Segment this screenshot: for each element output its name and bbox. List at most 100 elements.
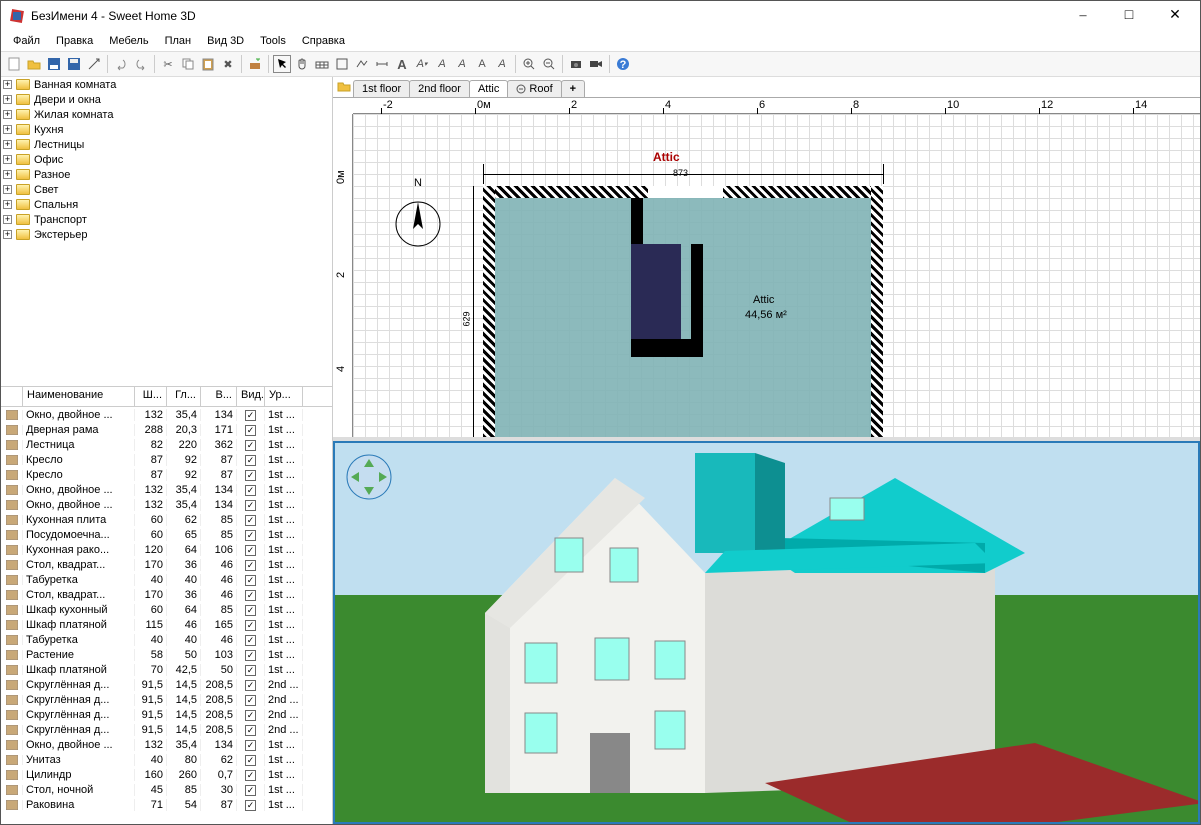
- table-row[interactable]: Кухонная рако...12064106✓1st ...: [1, 542, 332, 557]
- cut-icon[interactable]: ✂: [159, 55, 177, 73]
- menu-edit[interactable]: Правка: [48, 33, 101, 49]
- table-row[interactable]: Растение5850103✓1st ...: [1, 647, 332, 662]
- save-close-icon[interactable]: [65, 55, 83, 73]
- furniture-table[interactable]: Наименование Ш... Гл... В... Вид... Ур..…: [1, 387, 332, 824]
- expand-icon[interactable]: +: [3, 170, 12, 179]
- add-furniture-icon[interactable]: [246, 55, 264, 73]
- table-row[interactable]: Дверная рама28820,3171✓1st ...: [1, 422, 332, 437]
- visible-checkbox[interactable]: ✓: [245, 800, 256, 811]
- table-row[interactable]: Шкаф платяной7042,550✓1st ...: [1, 662, 332, 677]
- select-tool-icon[interactable]: [273, 55, 291, 73]
- catalog-item[interactable]: +Жилая комната: [1, 107, 332, 122]
- menu-file[interactable]: Файл: [5, 33, 48, 49]
- level-lock-icon[interactable]: [337, 79, 353, 95]
- paste-icon[interactable]: [199, 55, 217, 73]
- table-row[interactable]: Посудомоечна...606585✓1st ...: [1, 527, 332, 542]
- table-row[interactable]: Скруглённая д...91,514,5208,5✓2nd ...: [1, 722, 332, 737]
- visible-checkbox[interactable]: ✓: [245, 545, 256, 556]
- visible-checkbox[interactable]: ✓: [245, 455, 256, 466]
- room-tool-icon[interactable]: [333, 55, 351, 73]
- polyline-tool-icon[interactable]: [353, 55, 371, 73]
- visible-checkbox[interactable]: ✓: [245, 530, 256, 541]
- furniture-catalog[interactable]: +Ванная комната+Двери и окна+Жилая комна…: [1, 77, 332, 387]
- visible-checkbox[interactable]: ✓: [245, 770, 256, 781]
- col-level[interactable]: Ур...: [265, 387, 303, 406]
- table-row[interactable]: Стол, ночной458530✓1st ...: [1, 782, 332, 797]
- redo-icon[interactable]: [132, 55, 150, 73]
- menu-furniture[interactable]: Мебель: [101, 33, 156, 49]
- table-row[interactable]: Табуретка404046✓1st ...: [1, 572, 332, 587]
- visible-checkbox[interactable]: ✓: [245, 575, 256, 586]
- col-depth[interactable]: Гл...: [167, 387, 201, 406]
- col-visible[interactable]: Вид...: [237, 387, 265, 406]
- menu-help[interactable]: Справка: [294, 33, 353, 49]
- catalog-item[interactable]: +Офис: [1, 152, 332, 167]
- table-row[interactable]: Унитаз408062✓1st ...: [1, 752, 332, 767]
- zoom-in-icon[interactable]: [520, 55, 538, 73]
- expand-icon[interactable]: +: [3, 80, 12, 89]
- table-row[interactable]: Окно, двойное ...13235,4134✓1st ...: [1, 482, 332, 497]
- undo-icon[interactable]: [112, 55, 130, 73]
- table-row[interactable]: Кресло879287✓1st ...: [1, 467, 332, 482]
- table-row[interactable]: Шкаф кухонный606485✓1st ...: [1, 602, 332, 617]
- text-a4-icon[interactable]: A: [493, 55, 511, 73]
- visible-checkbox[interactable]: ✓: [245, 425, 256, 436]
- video-icon[interactable]: [587, 55, 605, 73]
- wall-tool-icon[interactable]: [313, 55, 331, 73]
- table-row[interactable]: Цилиндр1602600,7✓1st ...: [1, 767, 332, 782]
- tab-2nd-floor[interactable]: 2nd floor: [409, 80, 470, 97]
- catalog-item[interactable]: +Свет: [1, 182, 332, 197]
- visible-checkbox[interactable]: ✓: [245, 590, 256, 601]
- expand-icon[interactable]: +: [3, 155, 12, 164]
- visible-checkbox[interactable]: ✓: [245, 680, 256, 691]
- plan-view[interactable]: 1st floor 2nd floor Attic Roof + -20м246…: [333, 77, 1200, 441]
- menu-view3d[interactable]: Вид 3D: [199, 33, 252, 49]
- visible-checkbox[interactable]: ✓: [245, 515, 256, 526]
- visible-checkbox[interactable]: ✓: [245, 665, 256, 676]
- visible-checkbox[interactable]: ✓: [245, 650, 256, 661]
- menu-plan[interactable]: План: [157, 33, 200, 49]
- table-row[interactable]: Шкаф платяной11546165✓1st ...: [1, 617, 332, 632]
- table-row[interactable]: Раковина715487✓1st ...: [1, 797, 332, 812]
- visible-checkbox[interactable]: ✓: [245, 605, 256, 616]
- table-row[interactable]: Окно, двойное ...13235,4134✓1st ...: [1, 737, 332, 752]
- table-row[interactable]: Стол, квадрат...1703646✓1st ...: [1, 557, 332, 572]
- visible-checkbox[interactable]: ✓: [245, 755, 256, 766]
- visible-checkbox[interactable]: ✓: [245, 635, 256, 646]
- table-row[interactable]: Скруглённая д...91,514,5208,5✓2nd ...: [1, 677, 332, 692]
- catalog-item[interactable]: +Лестницы: [1, 137, 332, 152]
- visible-checkbox[interactable]: ✓: [245, 485, 256, 496]
- table-row[interactable]: Скруглённая д...91,514,5208,5✓2nd ...: [1, 692, 332, 707]
- expand-icon[interactable]: +: [3, 125, 12, 134]
- tab-attic[interactable]: Attic: [469, 80, 508, 97]
- expand-icon[interactable]: +: [3, 185, 12, 194]
- text-a1-icon[interactable]: A: [433, 55, 451, 73]
- new-icon[interactable]: [5, 55, 23, 73]
- catalog-item[interactable]: +Транспорт: [1, 212, 332, 227]
- expand-icon[interactable]: +: [3, 200, 12, 209]
- visible-checkbox[interactable]: ✓: [245, 710, 256, 721]
- catalog-item[interactable]: +Экстерьер: [1, 227, 332, 242]
- expand-icon[interactable]: +: [3, 95, 12, 104]
- expand-icon[interactable]: +: [3, 110, 12, 119]
- visible-checkbox[interactable]: ✓: [245, 725, 256, 736]
- save-icon[interactable]: [45, 55, 63, 73]
- table-row[interactable]: Кухонная плита606285✓1st ...: [1, 512, 332, 527]
- preferences-icon[interactable]: [85, 55, 103, 73]
- text-big-icon[interactable]: A: [393, 55, 411, 73]
- text-a2-icon[interactable]: A: [453, 55, 471, 73]
- visible-checkbox[interactable]: ✓: [245, 500, 256, 511]
- table-row[interactable]: Стол, квадрат...1703646✓1st ...: [1, 587, 332, 602]
- catalog-item[interactable]: +Кухня: [1, 122, 332, 137]
- visible-checkbox[interactable]: ✓: [245, 440, 256, 451]
- expand-icon[interactable]: +: [3, 230, 12, 239]
- close-button[interactable]: ✕: [1152, 1, 1198, 31]
- visible-checkbox[interactable]: ✓: [245, 410, 256, 421]
- visible-checkbox[interactable]: ✓: [245, 695, 256, 706]
- view-3d[interactable]: [333, 441, 1200, 824]
- dimension-tool-icon[interactable]: [373, 55, 391, 73]
- pan-tool-icon[interactable]: [293, 55, 311, 73]
- catalog-item[interactable]: +Разное: [1, 167, 332, 182]
- tab-add[interactable]: +: [561, 80, 585, 97]
- tab-roof[interactable]: Roof: [507, 80, 561, 97]
